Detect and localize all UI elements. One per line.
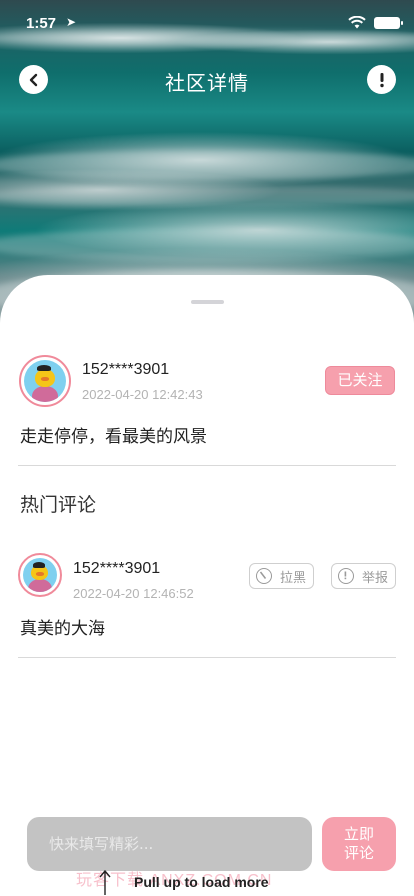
battery-icon	[374, 17, 403, 29]
post-date: 2022-04-20 12:42:43	[82, 387, 203, 402]
wifi-icon	[348, 16, 366, 29]
pull-up-hint: Pull up to load more	[134, 874, 269, 890]
block-icon	[256, 568, 272, 584]
sheet-grabber[interactable]	[191, 300, 224, 304]
comment-input[interactable]	[27, 817, 312, 871]
comment-username: 152****3901	[73, 560, 161, 577]
post-username: 152****3901	[82, 361, 170, 378]
status-time: 1:57	[26, 15, 57, 32]
nav-bar: 社区详情	[0, 60, 414, 100]
comment-input-wrapper	[27, 817, 312, 871]
block-label: 拉黑	[280, 570, 307, 586]
report-comment-button[interactable]: 举报	[331, 563, 396, 589]
divider	[18, 657, 396, 658]
status-bar: 1:57 ➤	[0, 0, 414, 48]
post-text: 走走停停，看最美的风景	[20, 427, 207, 447]
pull-up-arrow-icon	[99, 869, 111, 895]
submit-comment-button[interactable]: 立即评论	[322, 817, 396, 871]
report-label: 举报	[362, 570, 389, 586]
exclamation-icon	[379, 72, 384, 87]
report-icon	[338, 568, 354, 584]
location-arrow-icon: ➤	[66, 15, 77, 29]
follow-button[interactable]: 已关注	[325, 366, 395, 395]
page-title: 社区详情	[165, 71, 249, 95]
block-button[interactable]: 拉黑	[249, 563, 314, 589]
comment-date: 2022-04-20 12:46:52	[73, 586, 194, 601]
avatar[interactable]	[19, 355, 71, 407]
comment-text: 真美的大海	[20, 619, 105, 639]
divider	[18, 465, 396, 466]
hot-comments-title: 热门评论	[20, 494, 97, 516]
report-page-button[interactable]	[367, 65, 396, 94]
avatar[interactable]	[18, 553, 62, 597]
